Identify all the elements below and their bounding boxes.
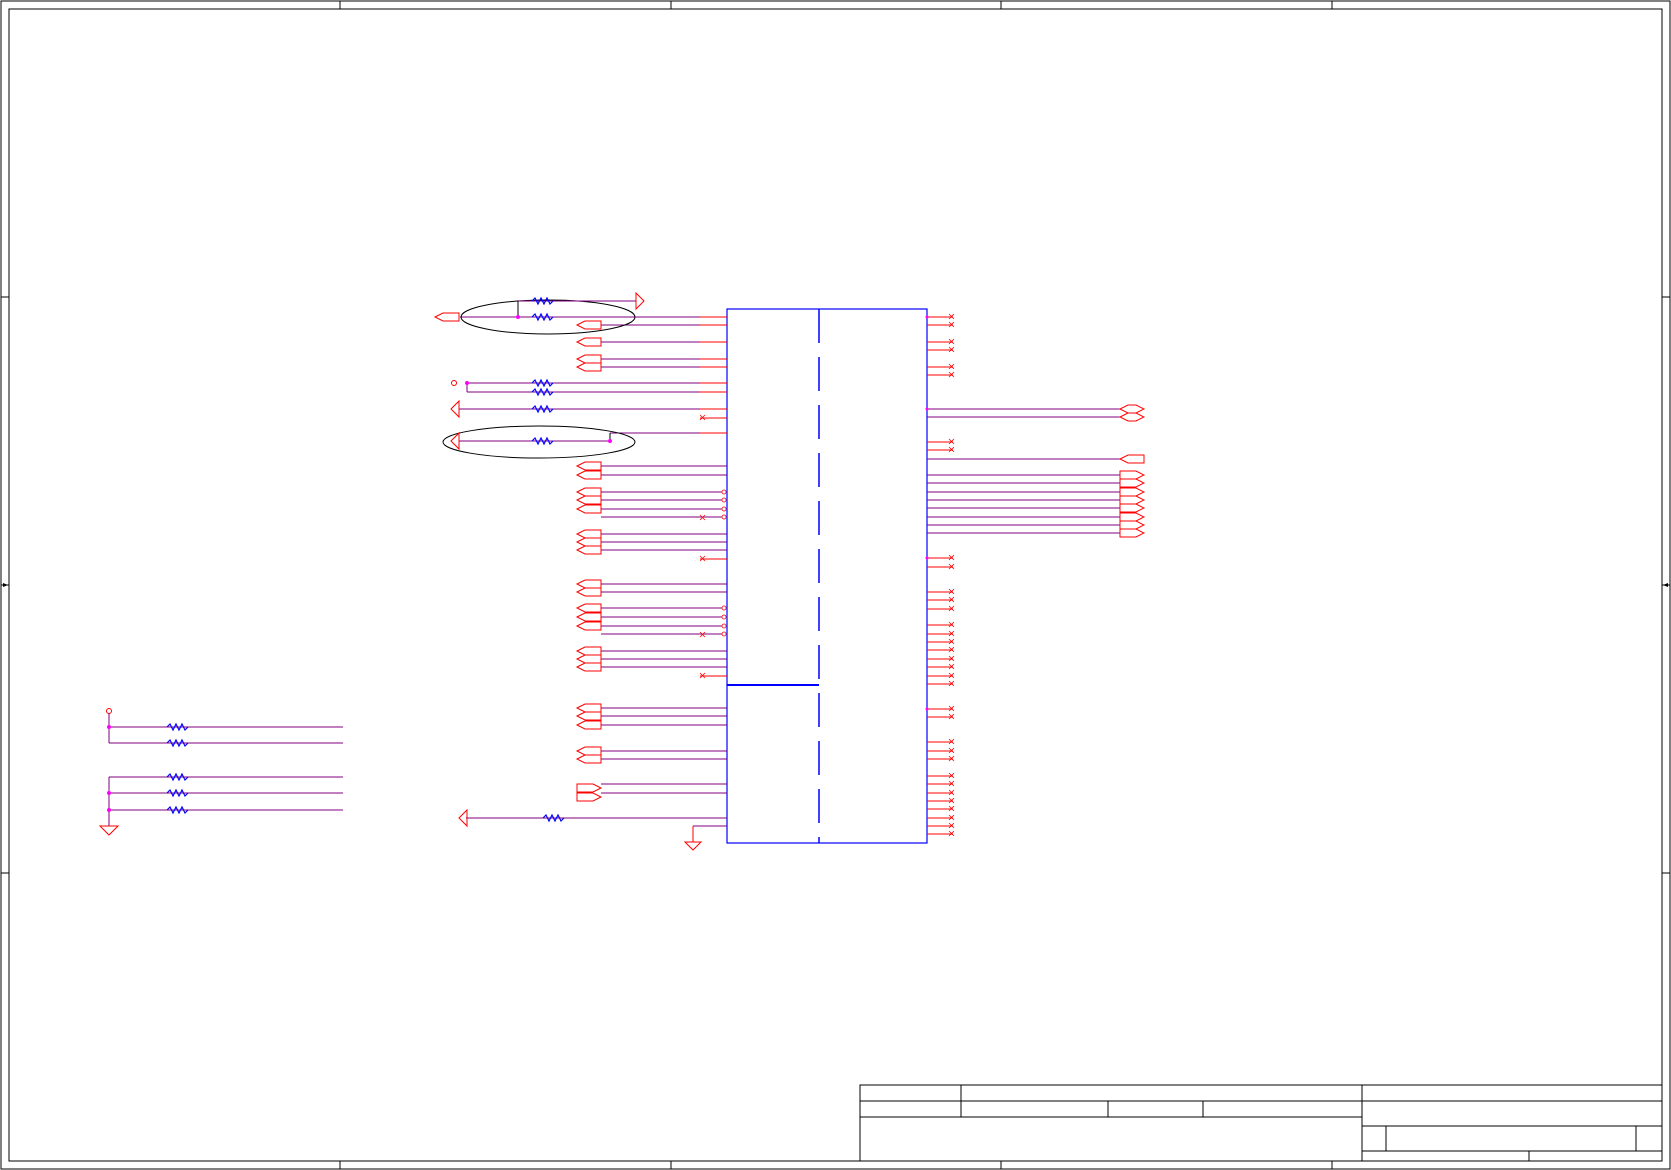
resistor-group-1 xyxy=(460,291,645,335)
offpage-connectors-right xyxy=(1118,404,1146,538)
right-long-nets xyxy=(927,408,1120,534)
no-connect-marks-left xyxy=(699,414,706,679)
schematic-sheet xyxy=(0,0,1671,1170)
resistor-group-4 xyxy=(442,425,636,459)
left-red-stubs xyxy=(692,316,727,842)
left-nets xyxy=(459,316,727,827)
drawing-frame xyxy=(0,0,1671,1170)
open-pin-circles xyxy=(721,489,727,637)
no-connect-marks-right xyxy=(948,313,955,837)
main-ic xyxy=(726,308,928,844)
resistor-group-5 xyxy=(458,808,703,851)
offpage-connectors-left xyxy=(433,312,603,802)
schematic-canvas xyxy=(0,0,1671,1170)
zone-arrows xyxy=(3,583,1668,587)
lower-left-resistor-block xyxy=(98,708,343,836)
resistor-group-2 xyxy=(451,378,554,397)
title-block xyxy=(859,1084,1663,1162)
